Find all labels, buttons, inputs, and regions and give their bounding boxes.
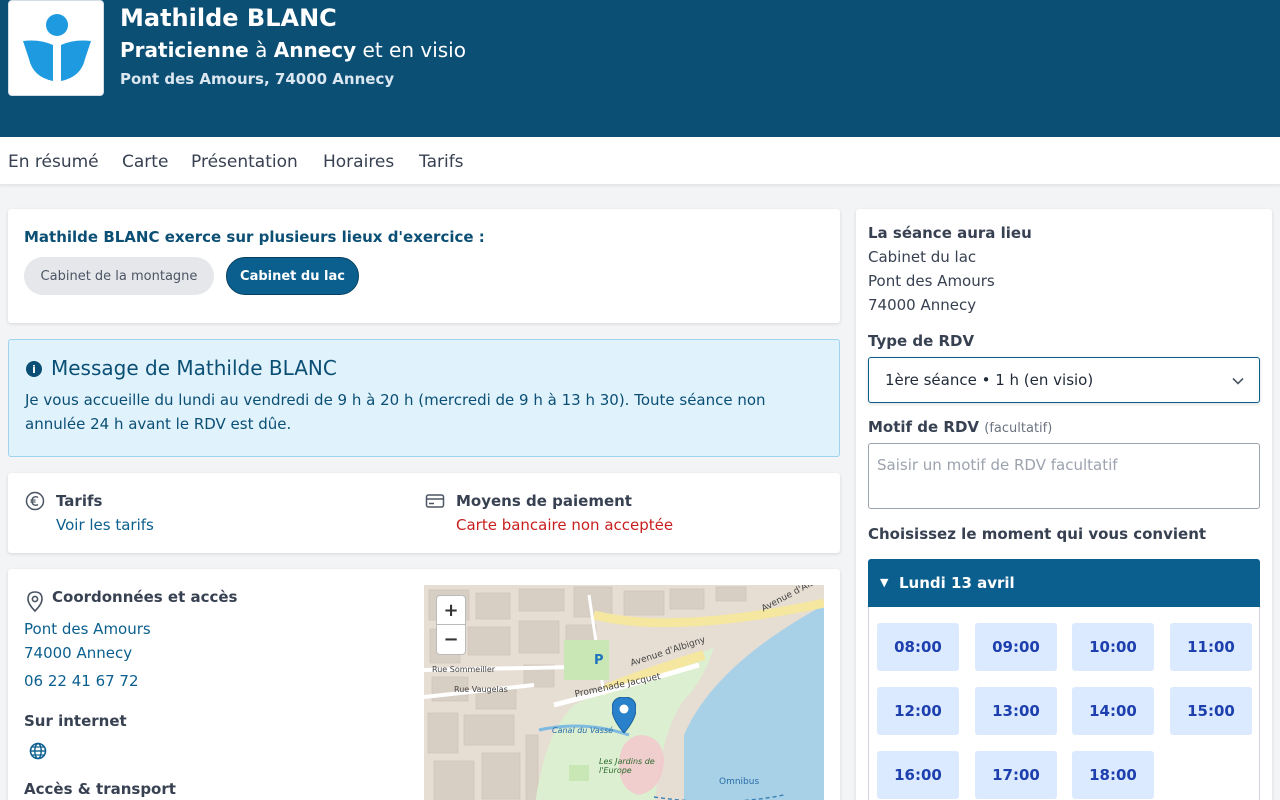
map-label-canal: Canal du Vassé — [552, 726, 614, 735]
contact-title: Coordonnées et accès — [52, 588, 238, 606]
chevron-down-icon — [1232, 377, 1244, 385]
practitioner-subtitle: Praticienne à Annecy et en visio — [120, 38, 466, 62]
contact-city[interactable]: 74000 Annecy — [24, 644, 132, 662]
nav-pricing[interactable]: Tarifs — [419, 152, 464, 172]
appointment-type-value: 1ère séance • 1 h (en visio) — [885, 371, 1094, 389]
profile-header: Mathilde BLANC Praticienne à Annecy et e… — [0, 0, 1280, 137]
booking-panel: La séance aura lieu Cabinet du lac Pont … — [856, 209, 1272, 800]
places-card: Mathilde BLANC exerce sur plusieurs lieu… — [8, 209, 840, 323]
slot-button[interactable]: 16:00 — [877, 751, 959, 799]
contact-street[interactable]: Pont des Amours — [24, 620, 151, 638]
booking-place-title: La séance aura lieu — [868, 224, 1032, 242]
place-option-lac[interactable]: Cabinet du lac — [226, 257, 359, 295]
map-zoom-in-button[interactable]: + — [436, 595, 466, 625]
practitioner-visio: et en visio — [362, 38, 466, 62]
slot-button[interactable]: 10:00 — [1072, 623, 1154, 671]
nav-summary[interactable]: En résumé — [8, 152, 99, 172]
choose-time-label: Choisissez le moment qui vous convient — [868, 525, 1207, 543]
map-marker-icon[interactable] — [612, 697, 636, 733]
euro-icon — [25, 491, 45, 511]
globe-icon[interactable] — [29, 742, 47, 760]
day-label: Lundi 13 avril — [899, 574, 1015, 592]
booking-place-city: 74000 Annecy — [868, 296, 977, 314]
slot-button[interactable]: 17:00 — [975, 751, 1057, 799]
map-label-omnibus: Omnibus — [719, 777, 760, 787]
motif-label: Motif de RDV (facultatif) — [868, 418, 1052, 436]
motif-label-text: Motif de RDV — [868, 418, 980, 436]
motif-placeholder: Saisir un motif de RDV facultatif — [877, 456, 1118, 474]
nav-presentation[interactable]: Présentation — [191, 152, 298, 172]
practitioner-role: Praticienne — [120, 38, 249, 62]
contact-phone[interactable]: 06 22 41 67 72 — [24, 672, 139, 690]
practitioner-city: Annecy — [273, 38, 357, 62]
practitioner-at: à — [255, 38, 268, 62]
caret-down-icon: ▼ — [880, 576, 889, 589]
nav-map[interactable]: Carte — [122, 152, 168, 172]
map-zoom-out-button[interactable]: − — [436, 625, 466, 655]
practitioner-message: i Message de Mathilde BLANC Je vous accu… — [8, 339, 840, 457]
internet-title: Sur internet — [24, 712, 127, 730]
section-nav: En résumé Carte Présentation Horaires Ta… — [0, 137, 1280, 185]
appointment-type-label: Type de RDV — [868, 332, 975, 350]
slot-button[interactable]: 11:00 — [1170, 623, 1252, 671]
practitioner-address: Pont des Amours, 74000 Annecy — [120, 70, 395, 88]
slot-button[interactable]: 09:00 — [975, 623, 1057, 671]
slot-button[interactable]: 12:00 — [877, 687, 959, 735]
access-title: Accès & transport — [24, 780, 176, 798]
payment-value: Carte bancaire non acceptée — [456, 516, 674, 534]
slot-button[interactable]: 13:00 — [975, 687, 1057, 735]
payment-title: Moyens de paiement — [456, 492, 632, 510]
location-pin-icon — [27, 591, 43, 613]
booking-place-street: Pont des Amours — [868, 272, 995, 290]
see-pricing-link[interactable]: Voir les tarifs — [56, 516, 154, 534]
contact-card: Coordonnées et accès Pont des Amours 740… — [8, 569, 840, 800]
time-slots: 08:00 09:00 10:00 11:00 12:00 13:00 14:0… — [868, 607, 1260, 800]
pricing-title: Tarifs — [56, 492, 103, 510]
slot-button[interactable]: 08:00 — [877, 623, 959, 671]
place-option-montagne[interactable]: Cabinet de la montagne — [24, 257, 214, 295]
pricing-card: Tarifs Voir les tarifs Moyens de paiemen… — [8, 473, 840, 553]
credit-card-icon — [425, 494, 445, 508]
motif-input[interactable]: Saisir un motif de RDV facultatif — [868, 443, 1260, 509]
map-label-jardins: Les Jardins de l'Europe — [599, 757, 655, 775]
booking-place-name: Cabinet du lac — [868, 248, 977, 266]
slot-button[interactable]: 18:00 — [1072, 751, 1154, 799]
practitioner-logo-icon — [23, 14, 91, 81]
motif-optional: (facultatif) — [984, 421, 1053, 436]
message-body: Je vous accueille du lundi au vendredi d… — [25, 391, 766, 433]
map-label-sommeiller: Rue Sommeiller — [432, 665, 496, 674]
appointment-type-select[interactable]: 1ère séance • 1 h (en visio) — [868, 357, 1260, 403]
parking-icon: P — [594, 653, 604, 668]
info-icon: i — [26, 361, 42, 377]
map-label-vaugelas: Rue Vaugelas — [454, 685, 508, 694]
places-title: Mathilde BLANC exerce sur plusieurs lieu… — [24, 228, 485, 246]
practitioner-name: Mathilde BLANC — [120, 4, 337, 32]
slot-button[interactable]: 15:00 — [1170, 687, 1252, 735]
location-map[interactable]: Avenue d'Alb Avenue d'Albigny Promenade … — [424, 585, 824, 800]
day-toggle[interactable]: ▼ Lundi 13 avril — [868, 559, 1260, 607]
nav-hours[interactable]: Horaires — [323, 152, 394, 172]
profile-logo — [8, 0, 104, 96]
slot-button[interactable]: 14:00 — [1072, 687, 1154, 735]
message-title: Message de Mathilde BLANC — [51, 356, 337, 380]
